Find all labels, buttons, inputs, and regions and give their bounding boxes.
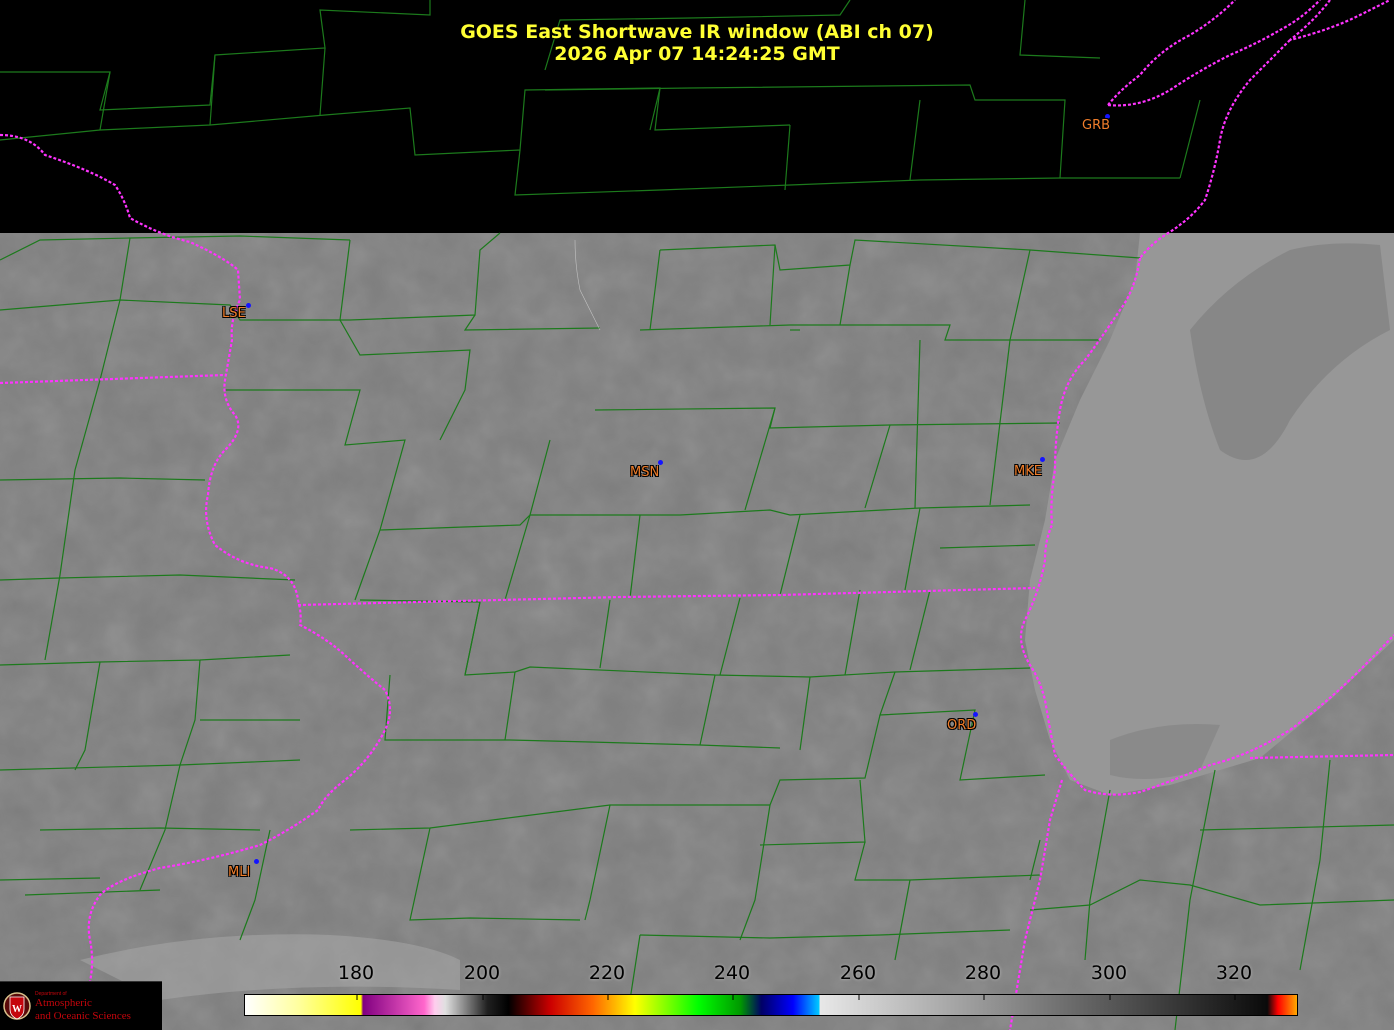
- temperature-colorbar: 180 200 220 240 260 280 300 320: [244, 960, 1298, 1020]
- station-label-grb: GRB: [1082, 118, 1111, 133]
- colorbar-tick-label: 280: [964, 962, 1002, 984]
- colorbar-tick-label: 260: [839, 962, 877, 984]
- uw-crest-icon: W: [3, 992, 31, 1020]
- station-label-msn: MSN: [630, 465, 660, 480]
- image-timestamp: 2026 Apr 07 14:24:25 GMT: [554, 43, 840, 65]
- colorbar-tick-label: 200: [463, 962, 501, 984]
- station-label-lse: LSE: [222, 306, 246, 321]
- satellite-image-viewer: GOES East Shortwave IR window (ABI ch 07…: [0, 0, 1394, 1030]
- aos-logo: W Department of Atmospheric and Oceanic …: [0, 981, 162, 1030]
- colorbar-tick-label: 240: [713, 962, 751, 984]
- station-label-ord: ORD: [947, 718, 977, 733]
- station-label-mke: MKE: [1014, 464, 1042, 479]
- colorbar-tick-label: 220: [588, 962, 626, 984]
- image-title: GOES East Shortwave IR window (ABI ch 07…: [460, 21, 934, 43]
- logo-text-line1: Atmospheric: [35, 997, 92, 1009]
- colorbar-gradient: [244, 994, 1298, 1016]
- logo-text-line2: and Oceanic Sciences: [35, 1010, 131, 1022]
- station-label-mli: MLI: [228, 865, 251, 880]
- colorbar-tick-label: 320: [1215, 962, 1253, 984]
- colorbar-tick-label: 300: [1090, 962, 1128, 984]
- satellite-imagery-map: [0, 0, 1394, 1030]
- station-dot-ord: [973, 712, 978, 717]
- svg-text:W: W: [12, 1004, 22, 1015]
- station-dot-mke: [1040, 457, 1045, 462]
- colorbar-tick-label: 180: [337, 962, 375, 984]
- station-dot-lse: [246, 303, 251, 308]
- station-dot-mli: [254, 859, 259, 864]
